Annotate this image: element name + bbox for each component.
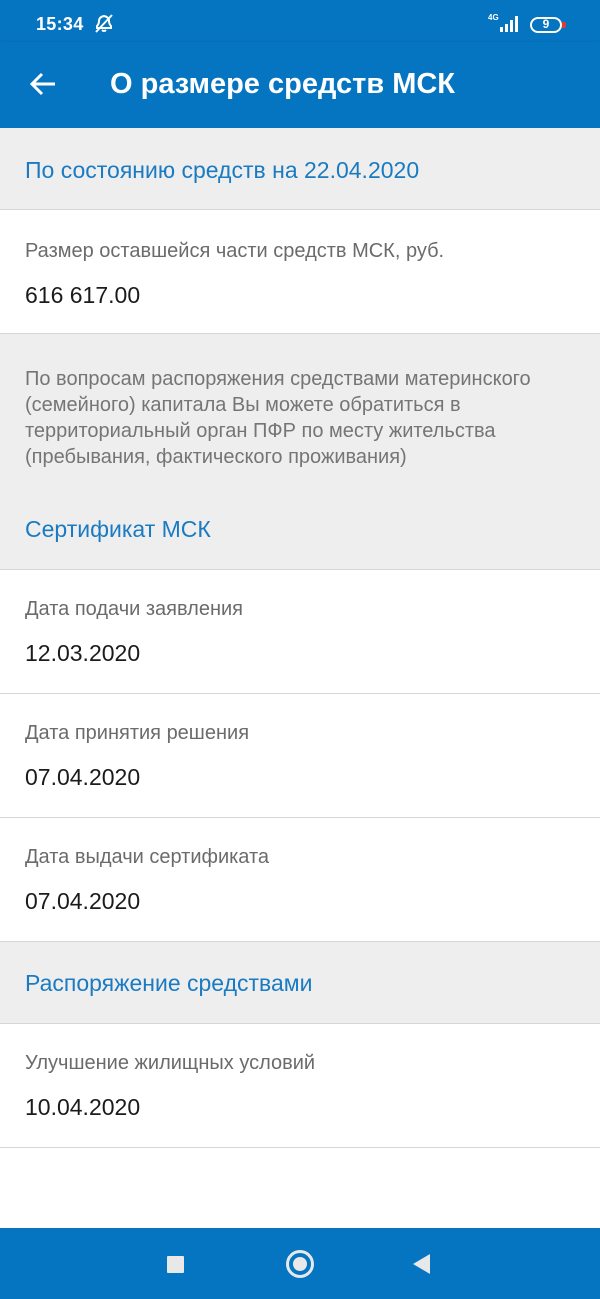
home-icon[interactable] — [286, 1250, 314, 1278]
status-time: 15:34 — [36, 14, 84, 34]
remaining-amount-section: Размер оставшейся части средств МСК, руб… — [0, 210, 600, 334]
battery-level: 9 — [542, 17, 550, 31]
field-label: Дата принятия решения — [25, 722, 250, 744]
back-button[interactable] — [24, 64, 64, 104]
recents-icon[interactable] — [167, 1256, 184, 1273]
page-title: О размере средств МСК — [110, 68, 455, 100]
info-section: По вопросам распоряжения средствами мате… — [0, 334, 600, 570]
status-bar: 15:34 4G 9 — [0, 0, 600, 42]
field-value: 12.03.2020 — [25, 640, 141, 666]
field-label: Улучшение жилищных условий — [25, 1052, 316, 1074]
field-value: 07.04.2020 — [25, 764, 141, 790]
field-decision-date: Дата принятия решения 07.04.2020 — [0, 694, 600, 818]
signal-icon — [500, 16, 518, 32]
balance-date-header: По состоянию средств на 22.04.2020 — [25, 157, 420, 183]
app-bar: О размере средств МСК — [0, 42, 600, 128]
field-label: Дата подачи заявления — [25, 598, 243, 620]
system-nav-bar — [0, 1228, 600, 1299]
field-value: 07.04.2020 — [25, 888, 141, 914]
remaining-amount-value: 616 617.00 — [25, 282, 141, 308]
field-label: Дата выдачи сертификата — [25, 846, 270, 868]
battery-icon: 9 — [530, 17, 566, 33]
disposal-item: Улучшение жилищных условий 10.04.2020 — [0, 1024, 600, 1148]
nav-back-icon[interactable] — [413, 1254, 430, 1274]
remaining-amount-label: Размер оставшейся части средств МСК, руб… — [25, 240, 445, 262]
disposal-header-section: Распоряжение средствами — [0, 942, 600, 1024]
disposal-header: Распоряжение средствами — [25, 970, 313, 996]
back-arrow-icon — [29, 72, 55, 96]
field-application-date: Дата подачи заявления 12.03.2020 — [0, 570, 600, 694]
field-certificate-issue-date: Дата выдачи сертификата 07.04.2020 — [0, 818, 600, 942]
balance-header-section: По состоянию средств на 22.04.2020 — [0, 128, 600, 210]
alarm-off-icon — [95, 14, 113, 33]
battery-tip — [562, 22, 566, 28]
certificate-link[interactable]: Сертификат МСК — [25, 516, 211, 543]
field-value: 10.04.2020 — [25, 1094, 141, 1120]
info-text: По вопросам распоряжения средствами мате… — [25, 368, 531, 468]
